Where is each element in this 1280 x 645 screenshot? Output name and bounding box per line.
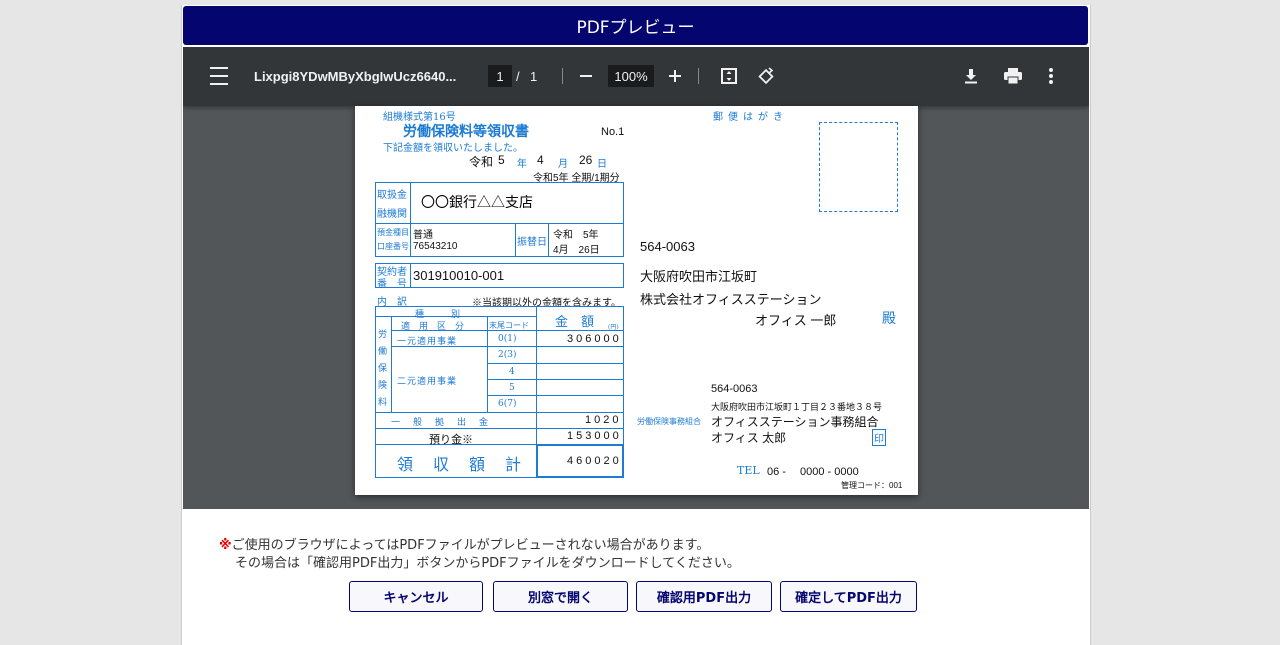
note-line-1: ご使用のブラウザによってはPDFファイルがプレビューされない場合があります。 <box>231 538 710 553</box>
recipient-address: 大阪府吹田市江坂町 <box>640 269 758 284</box>
file-name: Lixpgi8YDwMByXbgIwUcz6640... <box>254 68 457 84</box>
code-header: 末尾コード <box>489 321 529 330</box>
deposit-label: 預り金※ <box>429 433 473 446</box>
bank-label: 取扱金 <box>377 190 407 201</box>
account-number: 76543210 <box>413 241 458 252</box>
page-area[interactable]: 組機様式第16号 労働保険料等領収書 No.1 下記金額を領収いたしました。 令… <box>183 106 1089 509</box>
page-separator: / <box>516 68 520 84</box>
date-year: 5 <box>498 153 505 167</box>
note-line-2: その場合は「確認用PDF出力」ボタンからPDFファイルをダウンロードしてください… <box>235 556 740 571</box>
fit-page-icon[interactable] <box>719 66 739 86</box>
side-label: 保 <box>378 364 388 374</box>
code-cell: 0(1) <box>498 334 517 344</box>
bank-label: 融機関 <box>377 209 407 220</box>
recipient-company: 株式会社オフィスステーション <box>640 292 822 307</box>
transfer-label: 振替日 <box>517 237 547 248</box>
date-month-unit: 月 <box>558 159 568 170</box>
total-label: 領 収 額 計 <box>397 455 524 474</box>
pdf-viewer: Lixpgi8YDwMByXbgIwUcz6640... 1 / 1 100% <box>183 47 1089 509</box>
sender-name: オフィス 太郎 <box>711 431 787 445</box>
category-cell: 二元適用事業 <box>397 377 458 387</box>
zoom-level[interactable]: 100% <box>608 65 654 87</box>
rotate-icon[interactable] <box>756 66 776 86</box>
document-no: No.1 <box>601 126 625 138</box>
account-label: 口座番号 <box>377 242 409 251</box>
side-label: 労 <box>378 330 388 340</box>
menu-icon[interactable] <box>209 67 229 85</box>
pdf-page: 組機様式第16号 労働保険料等領収書 No.1 下記金額を領収いたしました。 令… <box>355 106 918 495</box>
toolbar-divider <box>698 68 699 84</box>
sender-tel: 06 - 0000 - 0000 <box>767 466 859 478</box>
sender-org: オフィスステーション事務組合 <box>711 415 879 429</box>
preview-notes: ※ご使用のブラウザによってはPDFファイルがプレビューされない場合があります。 … <box>219 537 740 573</box>
deposit-amount: 153000 <box>567 430 622 442</box>
postcard-label: 郵便はがき <box>713 112 788 123</box>
transfer-date: 4月 26日 <box>553 245 600 256</box>
contract-label: 番 号 <box>377 279 407 290</box>
recipient-honorific: 殿 <box>882 311 896 327</box>
date-day-unit: 日 <box>597 159 607 170</box>
sender-label: 労働保険事務組合 <box>637 417 701 426</box>
account-type: 普通 <box>413 230 433 241</box>
code-cell: 6(7) <box>498 399 517 409</box>
page-number-input[interactable]: 1 <box>488 65 512 87</box>
cancel-button[interactable]: キャンセル <box>349 581 483 612</box>
category-cell: 一元適用事業 <box>397 337 458 347</box>
side-label: 険 <box>378 381 388 391</box>
sender-address: 大阪府吹田市江坂町１丁目２３番地３８号 <box>711 402 883 412</box>
more-vert-icon[interactable] <box>1046 66 1056 86</box>
side-label: 働 <box>378 347 388 357</box>
received-text: 下記金額を領収いたしました。 <box>383 143 523 154</box>
category-header: 適 用 区 分 <box>401 322 465 332</box>
date-era: 令和 <box>469 155 494 169</box>
amount-cell: 306000 <box>567 333 622 345</box>
viewer-toolbar: Lixpgi8YDwMByXbgIwUcz6640... 1 / 1 100% <box>183 47 1089 106</box>
dialog-title: PDFプレビュー <box>183 6 1088 45</box>
bank-name: 〇〇銀行△△支店 <box>421 194 533 210</box>
code-cell: 5 <box>509 383 515 393</box>
document-title: 労働保険料等領収書 <box>403 124 529 140</box>
note-mark: ※ <box>219 538 232 553</box>
amount-header: 金 額 <box>555 315 595 330</box>
yen-unit: (円) <box>608 324 619 331</box>
side-label: 料 <box>378 398 388 408</box>
seal-stamp: 印 <box>872 429 886 446</box>
zoom-out-icon[interactable] <box>577 67 595 85</box>
zoom-in-icon[interactable] <box>666 67 684 85</box>
total-amount: 460020 <box>567 455 622 467</box>
code-cell: 2(3) <box>498 350 517 360</box>
pdf-preview-dialog: PDFプレビュー Lixpgi8YDwMByXbgIwUcz6640... 1 … <box>181 5 1091 645</box>
open-window-button[interactable]: 別窓で開く <box>493 581 628 612</box>
contract-number: 301910010-001 <box>413 268 505 283</box>
date-month: 4 <box>537 153 544 167</box>
recipient-zip: 564-0063 <box>640 239 695 254</box>
code-cell: 4 <box>509 367 515 377</box>
date-year-unit: 年 <box>517 159 527 170</box>
stamp-box <box>819 122 898 212</box>
finalize-pdf-button[interactable]: 確定してPDF出力 <box>780 581 917 612</box>
transfer-date: 令和 5年 <box>553 230 599 241</box>
general-amount: 1020 <box>585 414 622 426</box>
confirm-pdf-button[interactable]: 確認用PDF出力 <box>636 581 772 612</box>
account-label: 預金種目 <box>377 228 409 237</box>
toolbar-divider <box>562 68 563 84</box>
download-icon[interactable] <box>961 66 981 86</box>
recipient-name: オフィス 一郎 <box>755 313 837 328</box>
sender-zip: 564-0063 <box>711 383 758 395</box>
total-pages: 1 <box>530 68 538 84</box>
management-code: 管理コード：001 <box>841 481 903 490</box>
date-day: 26 <box>579 153 593 167</box>
tel-label: TEL <box>737 464 760 477</box>
print-icon[interactable] <box>1002 66 1024 86</box>
general-label: 一 般 拠 出 金 <box>391 418 491 428</box>
